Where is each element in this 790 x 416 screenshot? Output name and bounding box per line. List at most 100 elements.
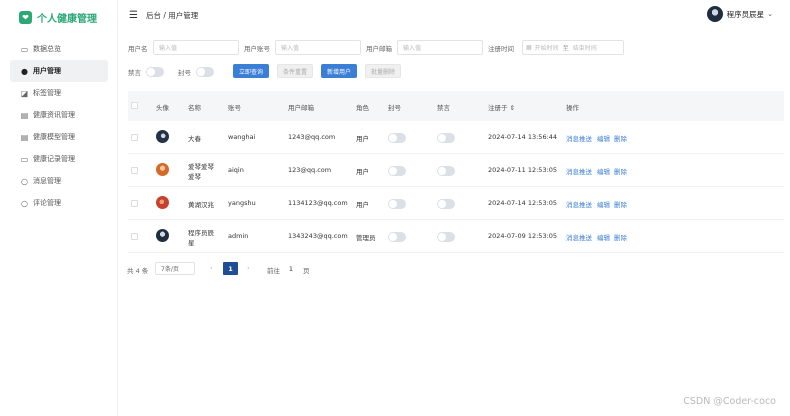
sidebar-item-health-models[interactable]: ▤ 健康模型管理 [10,126,108,148]
row-checkbox[interactable] [131,134,138,141]
ban-toggle[interactable] [388,166,406,176]
document-icon: ▤ [20,132,29,142]
header-mute: 禁言 [437,104,450,112]
avatar [156,196,169,209]
sidebar-item-label: 健康记录管理 [33,155,75,163]
goto-label: 前往 [267,267,280,275]
sidebar-item-label: 健康模型管理 [33,133,75,141]
mute-switch[interactable] [146,67,164,77]
page-size-select[interactable]: 7条/页 [155,262,195,275]
end-date-input[interactable]: 结束时间 [573,43,597,52]
delete-link[interactable]: 删除 [614,199,627,209]
user-role: 用户 [356,135,369,143]
register-time-label: 注册时间 [488,45,514,53]
query-button[interactable]: 立即查询 [233,64,269,78]
edit-link[interactable]: 编辑 [597,199,610,209]
user-role: 用户 [356,168,369,176]
sidebar-item-dashboard[interactable]: ▭ 数据总览 [10,38,108,60]
header-registered[interactable]: 注册于 ⇕ [488,102,515,112]
user-email: 123@qq.com [288,166,332,174]
username-label: 用户名 [128,45,148,53]
avatar [706,6,723,22]
sidebar-item-label: 标签管理 [33,89,61,97]
bookmark-icon: ◪ [20,88,29,98]
ban-switch[interactable] [196,67,214,77]
start-date-input[interactable]: 开始时间 [535,43,559,52]
sidebar: ❤ 个人健康管理 ▭ 数据总览 ● 用户管理 ◪ 标签管理 ▤ 健康资讯管理 ▤… [0,0,118,416]
username-input[interactable]: 输入值 [153,40,239,55]
ban-toggle[interactable] [388,232,406,242]
table-row: 大春 wanghai 1243@qq.com 用户 2024-07-14 13:… [128,121,784,154]
delete-link[interactable]: 删除 [614,232,627,242]
user-name-line2: 爱琴 [188,173,201,181]
logo[interactable]: ❤ 个人健康管理 [0,0,117,34]
edit-link[interactable]: 编辑 [597,232,610,242]
user-table: 头像 名称 账号 用户邮箱 角色 封号 禁言 注册于 ⇕ 操作 大春 wangh… [128,91,784,253]
user-email: 1243@qq.com [288,133,336,141]
registered-time: 2024-07-14 12:53:05 [488,199,558,207]
header-name: 名称 [188,104,201,112]
mute-toggle[interactable] [437,166,455,176]
select-all-checkbox[interactable] [131,102,138,109]
user-account: aiqin [228,166,244,174]
email-input[interactable]: 输入值 [397,40,483,55]
avatar [156,229,169,242]
ban-label: 封号 [178,69,191,77]
user-account: yangshu [228,199,256,207]
date-range-picker[interactable]: ▦ 开始时间 至 结束时间 [522,40,624,55]
ban-toggle[interactable] [388,199,406,209]
goto-page-input[interactable]: 1 [284,262,298,275]
header-actions: 操作 [566,104,579,112]
sidebar-item-messages[interactable]: ○ 消息管理 [10,170,108,192]
ban-toggle[interactable] [388,133,406,143]
table-row: 程序员辰 星 admin 1343243@qq.com 管理员 2024-07-… [128,220,784,253]
sidebar-item-tags[interactable]: ◪ 标签管理 [10,82,108,104]
mute-toggle[interactable] [437,232,455,242]
sidebar-item-health-records[interactable]: ▭ 健康记录管理 [10,148,108,170]
edit-link[interactable]: 编辑 [597,166,610,176]
mute-toggle[interactable] [437,133,455,143]
message-push-link[interactable]: 消息推送 [566,232,592,242]
next-page-icon[interactable]: › [247,264,250,272]
row-checkbox[interactable] [131,233,138,240]
reset-button[interactable]: 条件重置 [277,64,313,78]
user-account: wanghai [228,133,256,141]
user-name: 程序员辰 [188,229,214,237]
delete-link[interactable]: 删除 [614,133,627,143]
page-size-value: 7条/页 [161,266,179,273]
comment-icon: ○ [21,198,28,208]
menu-toggle-icon[interactable]: ☰ [129,10,138,21]
message-push-link[interactable]: 消息推送 [566,199,592,209]
page-number-current[interactable]: 1 [223,262,238,275]
add-user-button[interactable]: 新增用户 [321,64,357,78]
avatar [156,163,169,176]
sidebar-item-users[interactable]: ● 用户管理 [10,60,108,82]
user-menu[interactable]: 程序员辰星 ⌄ [706,6,773,22]
account-label: 用户账号 [244,45,270,53]
sidebar-item-comments[interactable]: ○ 评论管理 [10,192,108,214]
user-role: 用户 [356,201,369,209]
row-checkbox[interactable] [131,167,138,174]
mute-label: 禁言 [128,69,141,77]
message-push-link[interactable]: 消息推送 [566,166,592,176]
delete-link[interactable]: 删除 [614,166,627,176]
batch-delete-button[interactable]: 批量删除 [365,64,401,78]
sidebar-item-label: 消息管理 [33,177,61,185]
sidebar-menu: ▭ 数据总览 ● 用户管理 ◪ 标签管理 ▤ 健康资讯管理 ▤ 健康模型管理 ▭… [0,38,117,214]
avatar [156,130,169,143]
message-push-link[interactable]: 消息推送 [566,133,592,143]
header-account: 账号 [228,104,241,112]
date-separator: 至 [562,45,569,52]
table-row: 黄湖汉兆 yangshu 1134123@qq.com 用户 2024-07-1… [128,187,784,220]
account-input[interactable]: 输入值 [275,40,361,55]
sidebar-item-health-news[interactable]: ▤ 健康资讯管理 [10,104,108,126]
row-checkbox[interactable] [131,200,138,207]
user-account: admin [228,232,249,240]
table-header: 头像 名称 账号 用户邮箱 角色 封号 禁言 注册于 ⇕ 操作 [128,91,784,121]
prev-page-icon[interactable]: ‹ [210,264,213,272]
mute-toggle[interactable] [437,199,455,209]
sidebar-item-label: 用户管理 [33,67,61,75]
edit-link[interactable]: 编辑 [597,133,610,143]
watermark: CSDN @Coder-coco [683,396,776,407]
breadcrumb: 后台 / 用户管理 [145,10,199,20]
